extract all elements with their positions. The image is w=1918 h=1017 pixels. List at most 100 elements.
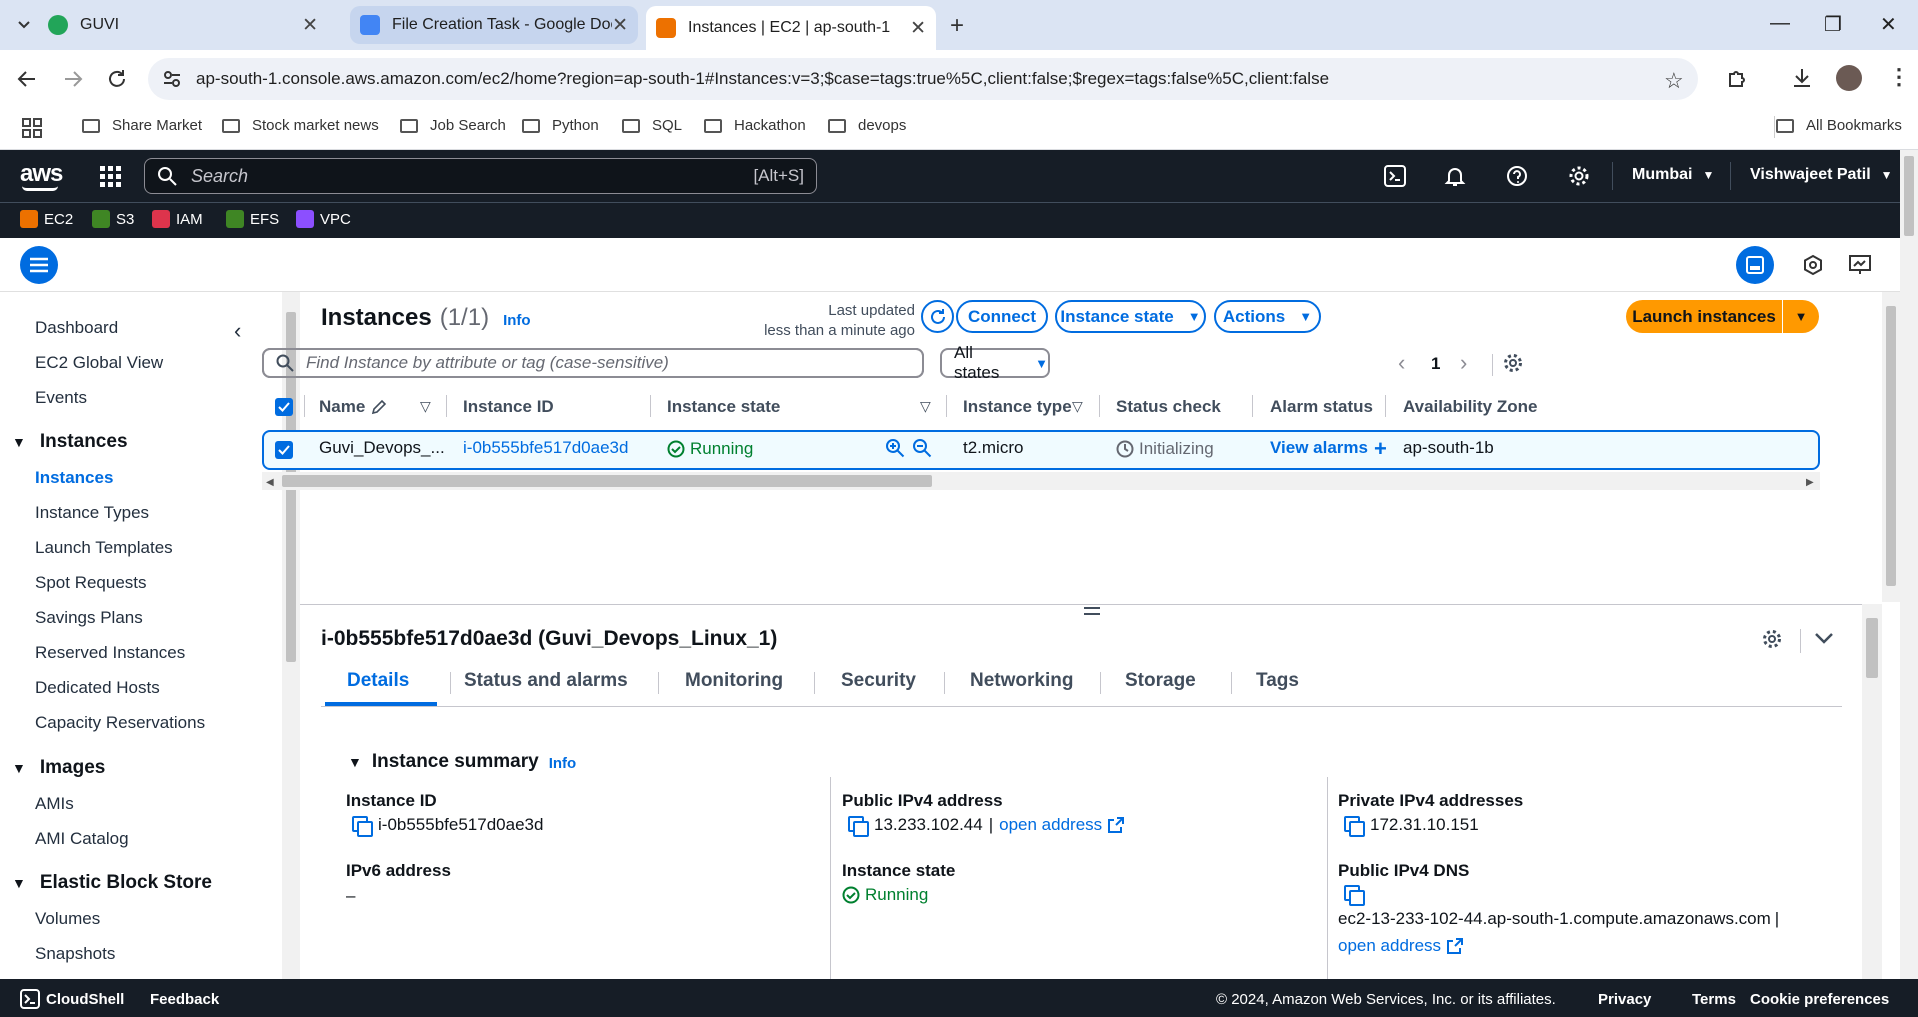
cloudshell-link[interactable]: CloudShell [46, 991, 124, 1008]
column-instance-type[interactable]: Instance type [963, 397, 1072, 417]
nav-ami-catalog[interactable]: AMI Catalog [35, 829, 129, 849]
column-name[interactable]: Name [319, 397, 387, 417]
tab-status-and-alarms[interactable]: Status and alarms [464, 670, 628, 692]
scroll-thumb[interactable] [1904, 156, 1914, 236]
panel-scrollbar[interactable] [1882, 292, 1900, 602]
settings-gear-icon[interactable] [1568, 165, 1590, 187]
nav-instance-types[interactable]: Instance Types [35, 503, 149, 523]
restore-icon[interactable]: ❐ [1824, 12, 1842, 37]
favorite-efs[interactable]: EFS [226, 210, 279, 228]
scroll-thumb[interactable] [1886, 306, 1896, 586]
launch-instances-button[interactable]: Launch instances [1626, 300, 1782, 333]
minimize-icon[interactable]: — [1770, 12, 1790, 35]
details-scrollbar[interactable] [1862, 604, 1882, 979]
favorite-ec2[interactable]: EC2 [20, 210, 73, 228]
tab-search-icon[interactable] [14, 14, 34, 34]
nav-volumes[interactable]: Volumes [35, 909, 100, 929]
copy-icon[interactable] [1344, 885, 1365, 906]
table-horizontal-scrollbar[interactable]: ◀ ▶ [262, 472, 1820, 490]
close-window-icon[interactable]: ✕ [1880, 12, 1897, 37]
connect-button[interactable]: Connect [956, 300, 1048, 333]
address-bar[interactable]: ap-south-1.console.aws.amazon.com/ec2/ho… [148, 58, 1698, 100]
favorite-iam[interactable]: IAM [152, 210, 203, 228]
sort-caret-icon[interactable]: ▽ [920, 398, 931, 415]
feedback-link[interactable]: Feedback [150, 991, 219, 1008]
bookmark-star-icon[interactable]: ☆ [1664, 68, 1684, 94]
extensions-icon[interactable] [1726, 66, 1750, 90]
copy-icon[interactable] [1344, 816, 1365, 837]
column-alarm-status[interactable]: Alarm status [1270, 397, 1373, 417]
account-menu[interactable]: Vishwajeet Patil ▼ [1750, 166, 1893, 184]
browser-tab-guvi[interactable]: GUVI ✕ [48, 6, 328, 44]
copy-icon[interactable] [848, 816, 869, 837]
page-scrollbar[interactable] [1900, 150, 1918, 979]
resources-hexagon-icon[interactable] [1802, 254, 1824, 276]
nav-spot-requests[interactable]: Spot Requests [35, 573, 147, 593]
nav-capacity-reservations[interactable]: Capacity Reservations [35, 713, 205, 733]
sort-caret-icon[interactable]: ▽ [1072, 398, 1083, 415]
favorite-vpc[interactable]: VPC [296, 210, 351, 228]
cloudshell-icon[interactable] [1384, 165, 1406, 187]
cookie-preferences-link[interactable]: Cookie preferences [1750, 991, 1889, 1008]
collapse-chevron-icon[interactable] [1814, 631, 1834, 645]
nav-dashboard[interactable]: Dashboard [35, 318, 118, 338]
scroll-left-icon[interactable]: ◀ [266, 477, 274, 488]
close-tab-icon[interactable]: ✕ [612, 14, 628, 37]
row-checkbox[interactable] [275, 441, 293, 459]
nav-reserved-instances[interactable]: Reserved Instances [35, 643, 185, 663]
info-link[interactable]: Info [549, 755, 577, 772]
browser-tab-google-doc[interactable]: File Creation Task - Google Doc ✕ [350, 6, 638, 44]
next-page-icon[interactable]: › [1460, 350, 1467, 376]
resize-handle[interactable] [1084, 607, 1100, 615]
refresh-button[interactable] [921, 300, 954, 333]
instance-state-button[interactable]: Instance state ▼ [1055, 300, 1206, 333]
tab-networking[interactable]: Networking [970, 670, 1073, 692]
cloudshell-icon[interactable] [20, 989, 40, 1009]
scroll-thumb[interactable] [282, 475, 932, 487]
nav-dedicated-hosts[interactable]: Dedicated Hosts [35, 678, 160, 698]
browser-tab-ec2[interactable]: Instances | EC2 | ap-south-1 ✕ [646, 6, 936, 50]
actions-button[interactable]: Actions ▼ [1214, 300, 1321, 333]
nav-launch-templates[interactable]: Launch Templates [35, 538, 173, 558]
nav-section-images[interactable]: ▼ Images [12, 757, 105, 779]
info-link[interactable]: Info [503, 312, 531, 329]
close-tab-icon[interactable]: ✕ [302, 14, 318, 37]
side-nav-toggle[interactable] [20, 246, 58, 284]
all-bookmarks[interactable]: All Bookmarks [1776, 117, 1902, 134]
nav-snapshots[interactable]: Snapshots [35, 944, 115, 964]
close-tab-icon[interactable]: ✕ [910, 17, 926, 40]
details-settings-gear-icon[interactable] [1762, 629, 1782, 649]
column-availability-zone[interactable]: Availability Zone [1403, 397, 1537, 417]
bookmark-stock-market-news[interactable]: Stock market news [222, 117, 379, 134]
nav-ec2-global-view[interactable]: EC2 Global View [35, 353, 163, 373]
favorite-s3[interactable]: S3 [92, 210, 134, 228]
nav-section-instances[interactable]: ▼ Instances [12, 431, 128, 453]
open-address-link[interactable]: open address [999, 815, 1102, 835]
tab-storage[interactable]: Storage [1125, 670, 1196, 692]
download-icon[interactable] [1790, 66, 1814, 90]
find-instance-field[interactable]: Find Instance by attribute or tag (case-… [262, 348, 924, 378]
terms-link[interactable]: Terms [1692, 991, 1736, 1008]
zoom-out-icon[interactable] [912, 438, 932, 458]
more-menu-icon[interactable]: ⋮ [1888, 64, 1910, 90]
reload-icon[interactable] [106, 68, 128, 90]
services-menu-icon[interactable] [100, 166, 122, 188]
back-icon[interactable] [16, 68, 38, 90]
table-preferences-gear-icon[interactable] [1503, 353, 1523, 373]
apps-grid-icon[interactable] [22, 118, 42, 138]
nav-instances[interactable]: Instances [35, 468, 113, 488]
prev-page-icon[interactable]: ‹ [1398, 350, 1405, 376]
nav-savings-plans[interactable]: Savings Plans [35, 608, 143, 628]
tab-details[interactable]: Details [347, 670, 409, 692]
nav-events[interactable]: Events [35, 388, 87, 408]
forward-icon[interactable] [62, 68, 84, 90]
scroll-right-icon[interactable]: ▶ [1806, 477, 1814, 488]
bookmark-devops[interactable]: devops [828, 117, 906, 134]
cell-instance-id-link[interactable]: i-0b555bfe517d0ae3d [463, 438, 628, 458]
nav-section-ebs[interactable]: ▼ Elastic Block Store [12, 872, 212, 894]
bookmark-sql[interactable]: SQL [622, 117, 682, 134]
notifications-bell-icon[interactable] [1444, 165, 1466, 187]
zoom-in-icon[interactable] [885, 438, 905, 458]
privacy-link[interactable]: Privacy [1598, 991, 1651, 1008]
tab-security[interactable]: Security [841, 670, 916, 692]
